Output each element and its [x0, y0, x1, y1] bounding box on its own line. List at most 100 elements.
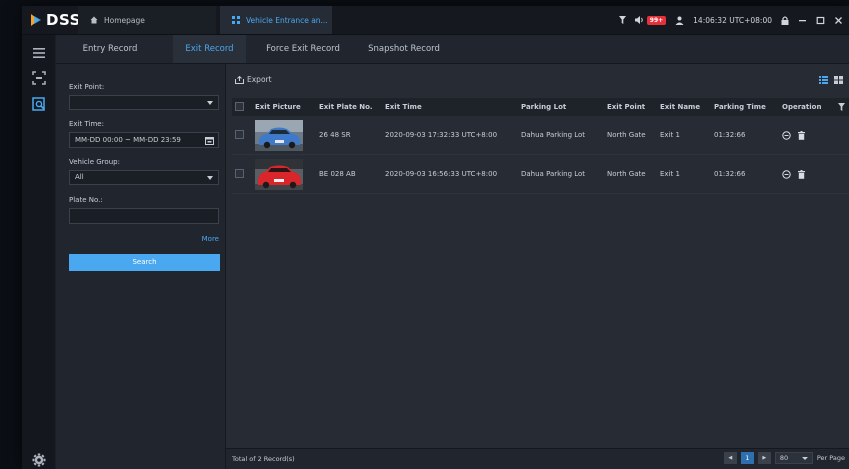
vehicle-group-label: Vehicle Group: [69, 158, 120, 166]
app-logo: DSS [30, 10, 81, 30]
exit-time-cell: 2020-09-03 17:32:33 UTC+8:00 [382, 116, 518, 155]
tab-force-exit-record[interactable]: Force Exit Record [257, 35, 349, 63]
tab-exit-record[interactable]: Exit Record [173, 35, 246, 63]
exit-plate-no-cell: 26 48 SR [316, 116, 382, 155]
col-operation: Operation [779, 98, 849, 116]
details-icon[interactable] [782, 169, 791, 179]
title-bar: DSS Homepage Vehicle Entrance an... 99+ … [22, 6, 849, 35]
current-page-button[interactable]: 1 [740, 452, 754, 464]
chevron-down-icon [801, 457, 808, 460]
filter-panel: Exit Point: Exit Time: MM-DD 00:00 ~ MM-… [56, 64, 226, 469]
vehicle-snapshot-thumbnail[interactable] [255, 119, 303, 151]
row-checkbox-cell[interactable] [232, 116, 252, 155]
next-page-button[interactable]: ▶ [757, 452, 771, 464]
col-exit-time: Exit Time [382, 98, 518, 116]
list-view-icon[interactable] [819, 76, 828, 84]
plate-no-input[interactable] [69, 208, 219, 224]
column-filter-icon[interactable] [838, 103, 845, 111]
tab-label: Homepage [104, 15, 145, 25]
exit-name-cell: Exit 1 [657, 154, 711, 194]
exit-point-label: Exit Point: [69, 83, 105, 91]
col-exit-name: Exit Name [657, 98, 711, 116]
tab-vehicle-entrance[interactable]: Vehicle Entrance an... [220, 6, 332, 34]
row-checkbox-cell[interactable] [232, 154, 252, 194]
col-exit-plate-no: Exit Plate No. [316, 98, 382, 116]
live-view-icon[interactable] [31, 70, 47, 86]
table-row[interactable]: BE 028 AB 2020-09-03 16:56:33 UTC+8:00 D… [232, 154, 849, 194]
app-name: DSS [46, 11, 81, 29]
exit-picture-cell[interactable] [252, 154, 316, 194]
more-filters-link[interactable]: More [202, 235, 219, 243]
pager: ◀ 1 ▶ 80 Per Page [723, 452, 845, 464]
table-header-row: Exit Picture Exit Plate No. Exit Time Pa… [232, 98, 849, 116]
select-all-checkbox-cell[interactable] [232, 98, 252, 116]
exit-time-range-input[interactable]: MM-DD 00:00 ~ MM-DD 23:59 [69, 132, 219, 148]
search-button[interactable]: Search [69, 254, 220, 271]
lock-icon[interactable] [781, 15, 789, 25]
exit-records-table: Exit Picture Exit Plate No. Exit Time Pa… [232, 98, 849, 194]
record-search-icon[interactable] [31, 96, 47, 112]
view-toggle [819, 76, 843, 84]
plate-no-label: Plate No.: [69, 196, 103, 204]
row-checkbox[interactable] [235, 168, 244, 178]
chevron-right-icon: ▶ [762, 455, 767, 461]
chevron-down-icon [207, 101, 213, 105]
speaker-icon [634, 16, 643, 24]
operation-cell [779, 154, 849, 194]
calendar-icon[interactable] [205, 136, 214, 145]
exit-picture-cell[interactable] [252, 116, 316, 155]
alarm-badge: 99+ [646, 15, 667, 25]
prev-page-button[interactable]: ◀ [723, 452, 737, 464]
tab-label: Vehicle Entrance an... [246, 15, 328, 25]
col-parking-lot: Parking Lot [518, 98, 604, 116]
parking-time-cell: 01:32:66 [711, 154, 779, 194]
alarm-indicator[interactable]: 99+ [634, 15, 667, 25]
export-button[interactable]: Export [235, 75, 272, 84]
export-label: Export [247, 75, 272, 84]
exit-time-cell: 2020-09-03 16:56:33 UTC+8:00 [382, 154, 518, 194]
minimize-icon[interactable] [798, 16, 807, 25]
settings-gear-icon[interactable] [31, 452, 47, 468]
exit-time-value: MM-DD 00:00 ~ MM-DD 23:59 [75, 136, 181, 144]
record-tabs: Entry Record Exit Record Force Exit Reco… [56, 35, 849, 64]
col-exit-point: Exit Point [604, 98, 657, 116]
per-page-label: Per Page [816, 454, 845, 462]
exit-name-cell: Exit 1 [657, 116, 711, 155]
page-size-select[interactable]: 80 [774, 452, 813, 464]
left-navigation [22, 35, 55, 469]
user-icon[interactable] [675, 16, 684, 25]
page-size-value: 80 [779, 454, 789, 462]
col-operation-label: Operation [782, 103, 822, 111]
delete-icon[interactable] [798, 169, 805, 179]
close-icon[interactable] [834, 16, 843, 25]
details-icon[interactable] [782, 130, 791, 140]
chevron-left-icon: ◀ [728, 455, 733, 461]
parking-lot-cell: Dahua Parking Lot [518, 154, 604, 194]
col-parking-time: Parking Time [711, 98, 779, 116]
chevron-down-icon [207, 176, 213, 180]
home-icon [90, 16, 98, 24]
tab-entry-record[interactable]: Entry Record [70, 35, 150, 63]
grid-view-icon[interactable] [834, 76, 843, 84]
tab-homepage[interactable]: Homepage [78, 6, 216, 34]
menu-icon[interactable] [31, 45, 47, 61]
vehicle-group-value: All [75, 173, 84, 181]
exit-plate-no-cell: BE 028 AB [316, 154, 382, 194]
vehicle-snapshot-thumbnail[interactable] [255, 158, 303, 190]
exit-point-select[interactable] [69, 95, 219, 110]
total-records-text: Total of 2 Record(s) [232, 455, 295, 463]
dss-logo-icon [31, 14, 41, 26]
pagination-bar: Total of 2 Record(s) ◀ 1 ▶ 80 Per Page [226, 448, 849, 469]
system-tray: 99+ 14:06:32 UTC+08:00 [618, 6, 843, 34]
delete-icon[interactable] [798, 130, 805, 140]
filter-funnel-icon[interactable] [618, 16, 626, 24]
select-all-checkbox[interactable] [235, 101, 244, 111]
records-toolbar: Export [226, 64, 849, 96]
grid-icon [232, 16, 240, 24]
records-panel: Export Exit Picture Exit Plate No. Exit … [226, 64, 849, 469]
row-checkbox[interactable] [235, 129, 244, 139]
vehicle-group-select[interactable]: All [69, 170, 219, 185]
tab-snapshot-record[interactable]: Snapshot Record [359, 35, 449, 63]
table-row[interactable]: 26 48 SR 2020-09-03 17:32:33 UTC+8:00 Da… [232, 116, 849, 155]
maximize-icon[interactable] [816, 16, 825, 25]
